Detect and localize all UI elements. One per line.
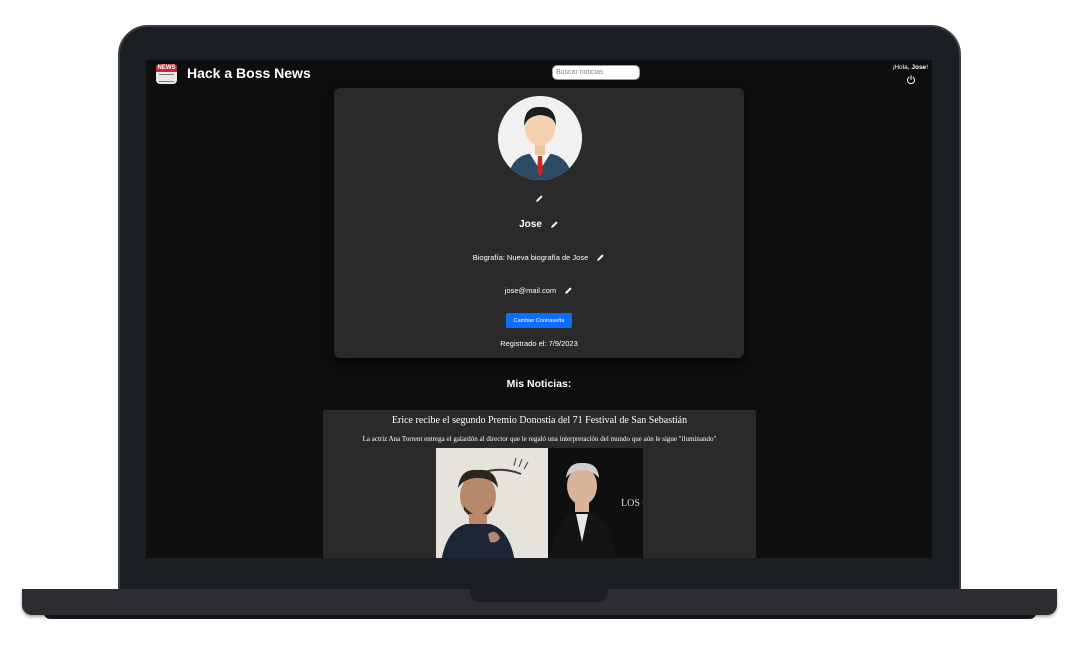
photo-backdrop-text: LOS OJOS <box>621 498 643 509</box>
change-password-row: Cambiar Contraseña <box>334 313 744 328</box>
laptop-notch <box>470 589 608 602</box>
logo-lines <box>159 74 174 82</box>
news-card[interactable]: Erice recibe el segundo Premio Donostia … <box>323 410 756 558</box>
news-image[interactable]: LOS OJOS <box>436 448 643 558</box>
logout-icon[interactable] <box>906 75 916 85</box>
news-title[interactable]: Erice recibe el segundo Premio Donostia … <box>323 415 756 426</box>
greeting-name: Jose <box>911 64 927 71</box>
search-input[interactable] <box>552 65 640 80</box>
logo-text: NEWS <box>156 64 177 72</box>
email-row: jose@mail.com <box>334 286 744 295</box>
registration-date: Registrado el: 7/9/2023 <box>500 339 578 348</box>
change-password-button[interactable]: Cambiar Contraseña <box>505 313 573 328</box>
edit-avatar-icon[interactable] <box>535 194 544 203</box>
registered-row: Registrado el: 7/9/2023 <box>334 339 744 348</box>
greeting-prefix: ¡Hola, <box>892 64 912 71</box>
profile-username: Jose <box>519 219 542 230</box>
profile-card: Jose Biografía: Nueva biografía de Jose … <box>334 88 744 358</box>
browser-screen: NEWS Hack a Boss News ¡Hola, Jose! <box>146 60 932 558</box>
news-logo-icon[interactable]: NEWS <box>156 64 177 84</box>
greeting-suffix: ! <box>926 64 928 71</box>
bio-row: Biografía: Nueva biografía de Jose <box>334 253 744 262</box>
edit-username-icon[interactable] <box>550 220 559 229</box>
user-greeting: ¡Hola, Jose! <box>892 64 928 71</box>
username-row: Jose <box>334 219 744 230</box>
avatar <box>498 96 582 180</box>
site-title[interactable]: Hack a Boss News <box>187 65 311 81</box>
my-news-heading: Mis Noticias: <box>506 378 572 390</box>
edit-bio-icon[interactable] <box>596 253 605 262</box>
news-photo: LOS OJOS <box>436 448 643 558</box>
profile-bio: Biografía: Nueva biografía de Jose <box>472 253 589 262</box>
avatar-illustration <box>498 96 582 180</box>
avatar-edit-row <box>334 194 744 203</box>
news-subtitle: La actriz Ana Torrent entrega el galardó… <box>362 435 717 443</box>
edit-email-icon[interactable] <box>564 286 573 295</box>
profile-email: jose@mail.com <box>504 286 557 295</box>
